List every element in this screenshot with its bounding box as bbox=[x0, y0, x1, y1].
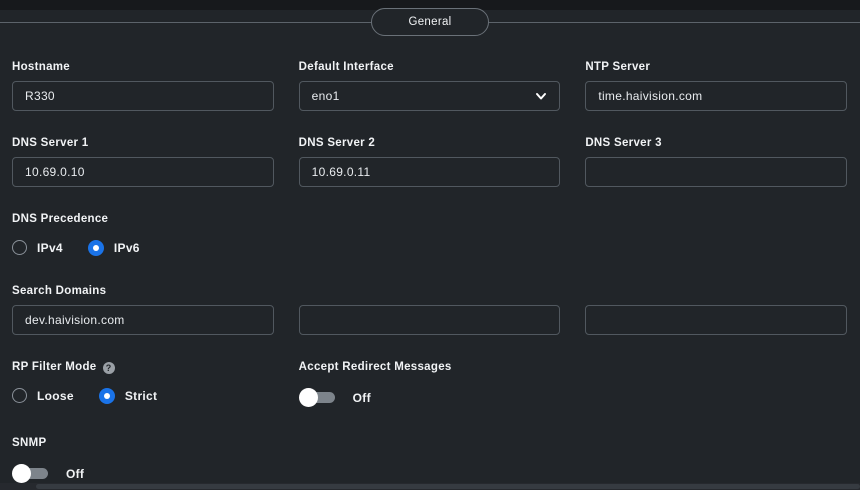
dns-server-2-input[interactable] bbox=[299, 157, 561, 187]
accept-redirect-state: Off bbox=[353, 391, 371, 405]
dns-server-3-input[interactable] bbox=[585, 157, 847, 187]
hostname-label: Hostname bbox=[12, 61, 274, 74]
search-domain-3-input[interactable] bbox=[585, 305, 847, 335]
dns-server-3-field-group: DNS Server 3 bbox=[585, 137, 847, 187]
dns-server-3-label: DNS Server 3 bbox=[585, 137, 847, 150]
radio-ipv4-circle[interactable] bbox=[12, 240, 27, 255]
search-domain-1-input[interactable] bbox=[12, 305, 274, 335]
radio-loose[interactable]: Loose bbox=[12, 388, 74, 403]
radio-strict[interactable]: Strict bbox=[99, 388, 157, 404]
tab-bar: General bbox=[0, 10, 860, 48]
default-interface-field-group: Default Interface eno1 bbox=[299, 61, 561, 111]
search-domain-3-field-group bbox=[585, 285, 847, 335]
hostname-input[interactable] bbox=[12, 81, 274, 111]
radio-ipv6-label: IPv6 bbox=[114, 241, 140, 255]
chevron-down-icon bbox=[535, 90, 547, 102]
ntp-server-input[interactable] bbox=[585, 81, 847, 111]
rp-filter-mode-label: RP Filter Mode bbox=[12, 361, 97, 374]
accept-redirect-toggle-knob bbox=[299, 388, 318, 407]
radio-strict-circle[interactable] bbox=[99, 388, 115, 404]
search-domain-2-field-group bbox=[299, 285, 561, 335]
dns-precedence-label: DNS Precedence bbox=[12, 213, 274, 226]
radio-ipv6-circle[interactable] bbox=[88, 240, 104, 256]
general-settings-form: Hostname Default Interface eno1 NTP Serv… bbox=[0, 61, 860, 483]
rp-filter-mode-field-group: RP Filter Mode ? Loose Strict bbox=[12, 361, 274, 407]
radio-strict-label: Strict bbox=[125, 389, 157, 403]
default-interface-label: Default Interface bbox=[299, 61, 561, 74]
dns-server-1-field-group: DNS Server 1 bbox=[12, 137, 274, 187]
help-icon[interactable]: ? bbox=[103, 362, 115, 374]
dns-server-2-label: DNS Server 2 bbox=[299, 137, 561, 150]
search-domains-label: Search Domains bbox=[12, 285, 274, 298]
dns-server-1-label: DNS Server 1 bbox=[12, 137, 274, 150]
snmp-label: SNMP bbox=[12, 437, 274, 450]
default-interface-selected-value: eno1 bbox=[312, 89, 536, 103]
snmp-toggle-knob bbox=[12, 464, 31, 483]
radio-ipv6[interactable]: IPv6 bbox=[88, 240, 140, 256]
radio-loose-circle[interactable] bbox=[12, 388, 27, 403]
snmp-toggle[interactable] bbox=[12, 464, 50, 483]
accept-redirect-label: Accept Redirect Messages bbox=[299, 361, 561, 374]
ntp-server-field-group: NTP Server bbox=[585, 61, 847, 111]
snmp-field-group: SNMP Off bbox=[12, 437, 274, 483]
ntp-server-label: NTP Server bbox=[585, 61, 847, 74]
default-interface-select[interactable]: eno1 bbox=[299, 81, 561, 111]
snmp-state: Off bbox=[66, 467, 84, 481]
hostname-field-group: Hostname bbox=[12, 61, 274, 111]
radio-ipv4[interactable]: IPv4 bbox=[12, 240, 63, 255]
horizontal-scrollbar-thumb[interactable] bbox=[36, 484, 860, 489]
radio-loose-label: Loose bbox=[37, 389, 74, 403]
dns-server-1-input[interactable] bbox=[12, 157, 274, 187]
dns-server-2-field-group: DNS Server 2 bbox=[299, 137, 561, 187]
horizontal-scrollbar[interactable] bbox=[0, 483, 860, 490]
radio-ipv4-label: IPv4 bbox=[37, 241, 63, 255]
dns-precedence-field-group: DNS Precedence IPv4 IPv6 bbox=[12, 213, 274, 256]
accept-redirect-field-group: Accept Redirect Messages Off bbox=[299, 361, 561, 407]
search-domain-2-input[interactable] bbox=[299, 305, 561, 335]
accept-redirect-toggle[interactable] bbox=[299, 388, 337, 407]
tab-general[interactable]: General bbox=[371, 8, 489, 36]
search-domain-1-field-group: Search Domains bbox=[12, 285, 274, 335]
